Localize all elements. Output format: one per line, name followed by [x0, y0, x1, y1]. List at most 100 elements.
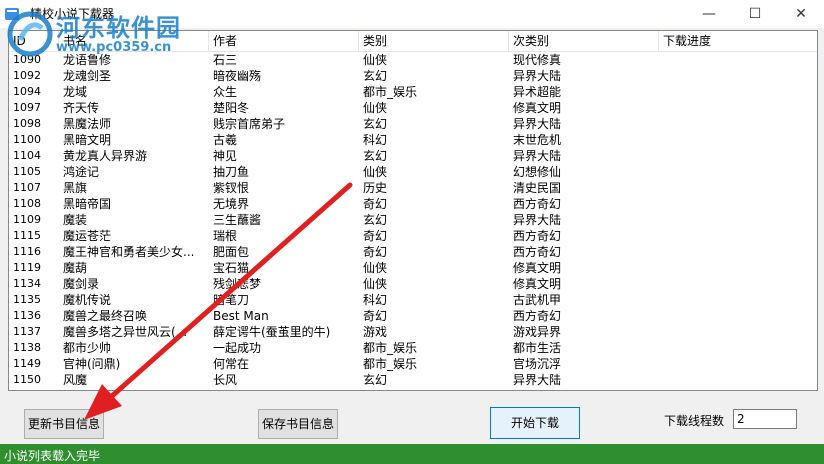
- cell-category: 仙侠: [363, 101, 388, 115]
- table-row[interactable]: 1136 魔兽之最终召唤 Best Man 奇幻 西方奇幻: [9, 308, 817, 324]
- cell-progress: [659, 228, 817, 244]
- cell-category: 玄幻: [363, 117, 388, 131]
- table-row[interactable]: 1098 黑魔法师 贱宗首席弟子 玄幻 异界大陆: [9, 116, 817, 132]
- cell-id: 1135: [13, 293, 41, 306]
- cell-category: 玄幻: [363, 213, 388, 227]
- table-row[interactable]: 1151: [9, 388, 817, 390]
- title-bar: 精校小说下载器 — ☐ ✕: [0, 0, 824, 28]
- cell-progress: [659, 292, 817, 308]
- cell-author: 紫钗恨: [213, 181, 250, 195]
- novel-list[interactable]: ID 书名 作者 类别 次类别 下载进度 1090 龙语鲁修 石三 仙侠 现代修真 109…: [8, 30, 818, 391]
- cell-title: 魔王神官和勇者美少女...: [63, 245, 195, 259]
- table-row[interactable]: 1108 黑暗帝国 无境界 奇幻 西方奇幻: [9, 196, 817, 212]
- update-catalog-button[interactable]: 更新书目信息: [24, 409, 104, 439]
- table-row[interactable]: 1107 黑旗 紫钗恨 历史 清史民国: [9, 180, 817, 196]
- cell-subcategory: 官场沉浮: [513, 357, 562, 371]
- cell-category: 历史: [363, 181, 388, 195]
- cell-title: 龙魂剑圣: [63, 69, 112, 83]
- cell-progress: [659, 148, 817, 164]
- cell-progress: [659, 84, 817, 100]
- minimize-button[interactable]: —: [686, 0, 732, 28]
- col-header-author[interactable]: 作者: [209, 31, 359, 51]
- cell-author: 众生: [213, 85, 238, 99]
- cell-category: 奇幻: [363, 229, 388, 243]
- table-row[interactable]: 1104 黄龙真人异界游 神见 玄幻 异界大陆: [9, 148, 817, 164]
- table-row[interactable]: 1109 魔装 三生蘸酱 玄幻 异界大陆: [9, 212, 817, 228]
- cell-progress: [659, 100, 817, 116]
- cell-title: 黑暗文明: [63, 133, 112, 147]
- table-row[interactable]: 1090 龙语鲁修 石三 仙侠 现代修真: [9, 52, 817, 68]
- cell-id: 1109: [13, 213, 41, 226]
- table-row[interactable]: 1149 官神(问鼎) 何常在 都市_娱乐 官场沉浮: [9, 356, 817, 372]
- maximize-button[interactable]: ☐: [732, 0, 778, 28]
- cell-id: 1105: [13, 165, 41, 178]
- cell-author: Best Man: [213, 309, 269, 323]
- cell-category: 仙侠: [363, 277, 388, 291]
- cell-id: 1136: [13, 309, 41, 322]
- close-icon: ✕: [795, 6, 807, 22]
- table-row[interactable]: 1092 龙魂剑圣 暗夜幽殇 玄幻 异界大陆: [9, 68, 817, 84]
- cell-subcategory: 异界大陆: [513, 373, 562, 387]
- save-catalog-button[interactable]: 保存书目信息: [258, 409, 338, 439]
- close-button[interactable]: ✕: [778, 0, 824, 28]
- cell-author: 肥面包: [213, 245, 250, 259]
- table-row[interactable]: 1134 魔剑录 残剑悲梦 仙侠 修真文明: [9, 276, 817, 292]
- col-header-title[interactable]: 书名: [59, 31, 209, 51]
- cell-id: 1094: [13, 85, 41, 98]
- cell-subcategory: 古武机甲: [513, 293, 562, 307]
- table-row[interactable]: 1150 风魔 长风 玄幻 异界大陆: [9, 372, 817, 388]
- table-row[interactable]: 1119 魔葫 宝石猫 仙侠 修真文明: [9, 260, 817, 276]
- cell-title: 都市少帅: [63, 341, 112, 355]
- table-row[interactable]: 1105 鸿途记 抽刀鱼 仙侠 幻想修仙: [9, 164, 817, 180]
- cell-id: 1115: [13, 229, 41, 242]
- cell-subcategory: 末世危机: [513, 133, 562, 147]
- table-row[interactable]: 1115 魔运苍茫 瑞根 奇幻 西方奇幻: [9, 228, 817, 244]
- threads-label: 下载线程数: [664, 414, 725, 428]
- cell-id: 1090: [13, 53, 41, 66]
- cell-author: 瑞根: [213, 229, 238, 243]
- cell-author: 暗夜幽殇: [213, 69, 262, 83]
- cell-author: 一起成功: [213, 341, 262, 355]
- col-header-id[interactable]: ID: [9, 31, 59, 51]
- table-row[interactable]: 1094 龙域 众生 都市_娱乐 异术超能: [9, 84, 817, 100]
- cell-subcategory: 西方奇幻: [513, 229, 562, 243]
- cell-progress: [659, 260, 817, 276]
- cell-author: 暗笔刀: [213, 293, 250, 307]
- cell-subcategory: 幻想修仙: [513, 165, 562, 179]
- threads-input[interactable]: 2: [733, 409, 797, 429]
- cell-progress: [659, 164, 817, 180]
- cell-progress: [659, 356, 817, 372]
- table-row[interactable]: 1116 魔王神官和勇者美少女... 肥面包 奇幻 西方奇幻: [9, 244, 817, 260]
- cell-subcategory: 西方奇幻: [513, 309, 562, 323]
- col-header-subcategory[interactable]: 次类别: [509, 31, 659, 51]
- cell-author: 宝石猫: [213, 261, 250, 275]
- table-row[interactable]: 1137 魔兽多塔之异世风云(... 薛定谔牛(蚕茧里的牛) 游戏 游戏异界: [9, 324, 817, 340]
- cell-subcategory: 西方奇幻: [513, 197, 562, 211]
- table-row[interactable]: 1138 都市少帅 一起成功 都市_娱乐 都市生活: [9, 340, 817, 356]
- cell-category: 玄幻: [363, 373, 388, 387]
- table-row[interactable]: 1135 魔机传说 暗笔刀 科幻 古武机甲: [9, 292, 817, 308]
- cell-title: 龙域: [63, 85, 88, 99]
- start-download-button[interactable]: 开始下载: [490, 407, 580, 439]
- cell-id: 1104: [13, 149, 41, 162]
- cell-id: 1149: [13, 357, 41, 370]
- cell-author: 古羲: [213, 133, 238, 147]
- cell-title: 风魔: [63, 373, 88, 387]
- col-header-category[interactable]: 类别: [359, 31, 509, 51]
- cell-title: 黑暗帝国: [63, 197, 112, 211]
- cell-category: 科幻: [363, 293, 388, 307]
- cell-author: [209, 388, 359, 390]
- cell-progress: [659, 212, 817, 228]
- cell-progress: [659, 340, 817, 356]
- cell-category: 仙侠: [363, 165, 388, 179]
- table-row[interactable]: 1100 黑暗文明 古羲 科幻 末世危机: [9, 132, 817, 148]
- cell-title: 龙语鲁修: [63, 53, 112, 67]
- table-row[interactable]: 1097 齐天传 楚阳冬 仙侠 修真文明: [9, 100, 817, 116]
- col-header-progress[interactable]: 下载进度: [659, 31, 817, 51]
- cell-subcategory: 西方奇幻: [513, 245, 562, 259]
- cell-author: 石三: [213, 53, 238, 67]
- window-title: 精校小说下载器: [30, 7, 115, 21]
- cell-category: 都市_娱乐: [363, 357, 418, 371]
- cell-subcategory: 修真文明: [513, 101, 562, 115]
- cell-progress: [659, 388, 817, 390]
